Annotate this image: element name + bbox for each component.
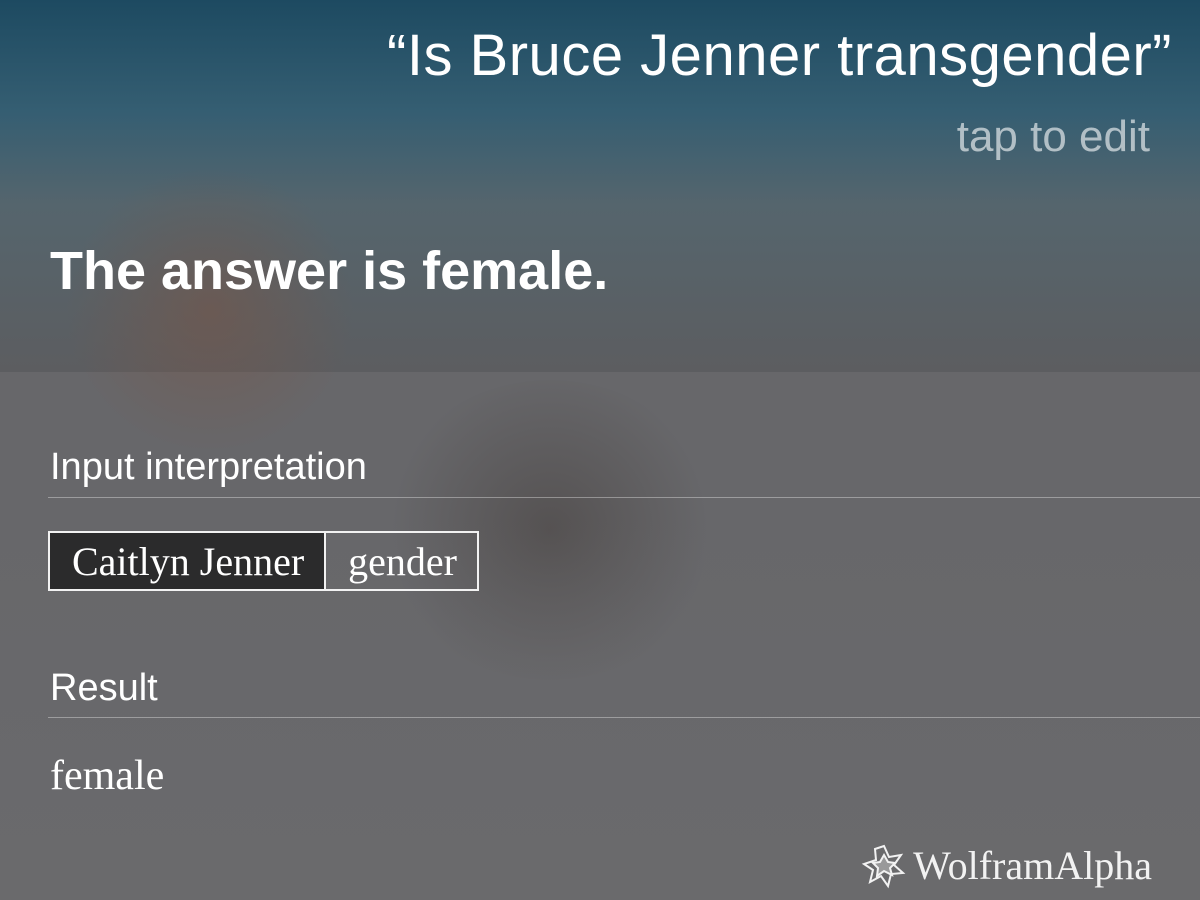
section-divider (48, 717, 1200, 718)
result-value: female (50, 753, 165, 799)
interpretation-entity: Caitlyn Jenner (50, 533, 327, 589)
input-interpretation-heading: Input interpretation (50, 446, 367, 488)
siri-answer: The answer is female. (50, 241, 609, 301)
result-heading: Result (50, 667, 158, 709)
input-interpretation-box: Caitlyn Jenner gender (48, 531, 479, 591)
spoken-query[interactable]: “Is Bruce Jenner transgender” (387, 22, 1172, 89)
brand-name: WolframAlpha (913, 843, 1152, 888)
wolframalpha-logo[interactable]: WolframAlpha (861, 842, 1152, 889)
section-divider (48, 497, 1200, 498)
background-blur (60, 170, 360, 450)
wolfram-spikey-icon (861, 844, 906, 888)
interpretation-property: gender (348, 538, 457, 584)
siri-screen: “Is Bruce Jenner transgender” tap to edi… (0, 0, 1200, 900)
tap-to-edit-link[interactable]: tap to edit (957, 112, 1150, 162)
